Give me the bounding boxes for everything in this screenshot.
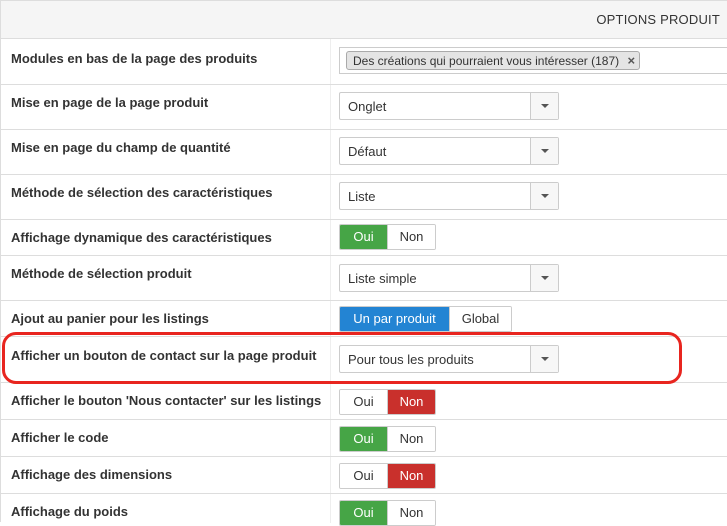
row-separator <box>330 256 331 300</box>
row-show-dimensions: Affichage des dimensions Oui Non <box>1 457 727 494</box>
row-add-to-cart: Ajout au panier pour les listings Un par… <box>1 301 727 337</box>
show-code-toggle: Oui Non <box>339 426 436 452</box>
row-separator <box>330 220 331 255</box>
layout-page-label: Mise en page de la page produit <box>11 95 209 110</box>
dynamic-features-toggle: Oui Non <box>339 224 436 250</box>
show-weight-label: Affichage du poids <box>11 504 128 519</box>
contact-button-value: Pour tous les produits <box>348 352 474 367</box>
chevron-down-icon[interactable] <box>530 265 558 291</box>
product-selection-select[interactable]: Liste simple <box>339 264 559 292</box>
row-show-code: Afficher le code Oui Non <box>1 420 727 457</box>
show-dimensions-no-button[interactable]: Non <box>387 464 435 488</box>
row-separator <box>330 494 331 523</box>
show-weight-toggle: Oui Non <box>339 500 436 526</box>
row-layout-page: Mise en page de la page produit Onglet <box>1 85 727 130</box>
dynamic-features-label: Affichage dynamique des caractéristiques <box>11 230 272 245</box>
show-code-label: Afficher le code <box>11 430 109 445</box>
layout-page-select[interactable]: Onglet <box>339 92 559 120</box>
layout-quantity-label: Mise en page du champ de quantité <box>11 140 231 155</box>
add-to-cart-one-per-product-button[interactable]: Un par produit <box>340 307 449 331</box>
modules-tag: Des créations qui pourraient vous intére… <box>346 51 641 70</box>
product-selection-label: Méthode de sélection produit <box>11 266 192 281</box>
show-weight-yes-button[interactable]: Oui <box>340 501 387 525</box>
row-dynamic-features: Affichage dynamique des caractéristiques… <box>1 220 727 256</box>
dynamic-features-yes-button[interactable]: Oui <box>340 225 387 249</box>
modules-tag-label: Des créations qui pourraient vous intére… <box>353 54 620 68</box>
dynamic-features-no-button[interactable]: Non <box>387 225 435 249</box>
panel-header: OPTIONS PRODUIT <box>1 1 727 39</box>
row-separator <box>330 383 331 419</box>
chevron-down-icon[interactable] <box>530 93 558 119</box>
row-modules: Modules en bas de la page des produits D… <box>1 39 727 85</box>
show-dimensions-label: Affichage des dimensions <box>11 467 173 482</box>
row-separator <box>330 130 331 174</box>
row-separator <box>330 85 331 129</box>
row-separator <box>330 337 331 382</box>
feature-selection-value: Liste <box>348 189 376 204</box>
product-selection-value: Liste simple <box>348 271 417 286</box>
modules-label: Modules en bas de la page des produits <box>11 51 258 66</box>
layout-quantity-select[interactable]: Défaut <box>339 137 559 165</box>
close-icon[interactable]: × <box>628 53 636 68</box>
row-contact-listing: Afficher le bouton 'Nous contacter' sur … <box>1 383 727 420</box>
add-to-cart-global-button[interactable]: Global <box>449 307 511 331</box>
show-weight-no-button[interactable]: Non <box>387 501 435 525</box>
row-separator <box>330 420 331 456</box>
chevron-down-icon[interactable] <box>530 183 558 209</box>
contact-listing-no-button[interactable]: Non <box>387 390 435 414</box>
contact-button-label: Afficher un bouton de contact sur la pag… <box>11 348 317 363</box>
chevron-down-icon[interactable] <box>530 138 558 164</box>
show-code-no-button[interactable]: Non <box>387 427 435 451</box>
contact-listing-label: Afficher le bouton 'Nous contacter' sur … <box>11 393 322 408</box>
layout-page-value: Onglet <box>348 99 387 114</box>
row-separator <box>330 39 331 84</box>
row-product-selection: Méthode de sélection produit Liste simpl… <box>1 256 727 301</box>
contact-listing-toggle: Oui Non <box>339 389 436 415</box>
feature-selection-select[interactable]: Liste <box>339 182 559 210</box>
row-separator <box>330 457 331 493</box>
add-to-cart-toggle: Un par produit Global <box>339 306 512 332</box>
feature-selection-label: Méthode de sélection des caractéristique… <box>11 185 273 200</box>
layout-quantity-value: Défaut <box>348 144 387 159</box>
modules-tag-input[interactable]: Des créations qui pourraient vous intére… <box>339 47 727 74</box>
contact-listing-yes-button[interactable]: Oui <box>340 390 387 414</box>
row-feature-selection: Méthode de sélection des caractéristique… <box>1 175 727 220</box>
add-to-cart-label: Ajout au panier pour les listings <box>11 311 209 326</box>
contact-button-select[interactable]: Pour tous les produits <box>339 345 559 373</box>
chevron-down-icon[interactable] <box>530 346 558 372</box>
panel-title: OPTIONS PRODUIT <box>596 12 720 27</box>
row-separator <box>330 175 331 219</box>
row-contact-button: Afficher un bouton de contact sur la pag… <box>1 337 727 383</box>
show-dimensions-yes-button[interactable]: Oui <box>340 464 387 488</box>
show-dimensions-toggle: Oui Non <box>339 463 436 489</box>
product-options-panel: OPTIONS PRODUIT Modules en bas de la pag… <box>0 0 727 526</box>
row-separator <box>330 301 331 336</box>
show-code-yes-button[interactable]: Oui <box>340 427 387 451</box>
row-show-weight: Affichage du poids Oui Non <box>1 494 727 526</box>
row-layout-quantity: Mise en page du champ de quantité Défaut <box>1 130 727 175</box>
